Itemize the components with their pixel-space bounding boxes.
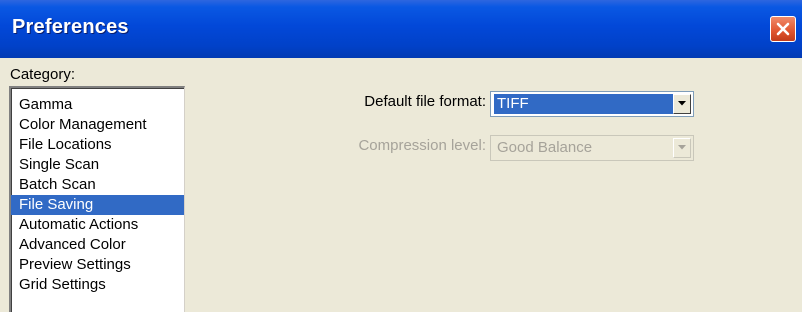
category-item-color-management[interactable]: Color Management — [11, 115, 184, 135]
category-item-gamma[interactable]: Gamma — [11, 95, 184, 115]
window-title: Preferences — [12, 16, 129, 38]
default-file-format-dropdown-button[interactable] — [673, 94, 691, 114]
category-item-advanced-color[interactable]: Advanced Color — [11, 235, 184, 255]
default-file-format-select[interactable]: TIFF — [490, 91, 694, 117]
category-item-batch-scan[interactable]: Batch Scan — [11, 175, 184, 195]
category-item-single-scan[interactable]: Single Scan — [11, 155, 184, 175]
category-item-grid-settings[interactable]: Grid Settings — [11, 275, 184, 295]
compression-level-value: Good Balance — [497, 139, 593, 156]
category-item-preview-settings[interactable]: Preview Settings — [11, 255, 184, 275]
category-label: Category: — [10, 66, 76, 83]
chevron-down-icon — [678, 145, 686, 150]
category-item-file-saving[interactable]: File Saving — [11, 195, 184, 215]
category-item-automatic-actions[interactable]: Automatic Actions — [11, 215, 184, 235]
category-item-file-locations[interactable]: File Locations — [11, 135, 184, 155]
close-icon — [776, 22, 790, 36]
compression-level-select: Good Balance — [490, 135, 694, 161]
chevron-down-icon — [678, 101, 686, 106]
default-file-format-label: Default file format: — [364, 93, 486, 110]
compression-level-label: Compression level: — [358, 137, 486, 154]
close-button[interactable] — [770, 16, 796, 42]
default-file-format-value: TIFF — [494, 94, 674, 114]
compression-level-dropdown-button — [673, 138, 691, 158]
title-bar[interactable]: Preferences — [0, 0, 802, 58]
category-list: Gamma Color Management File Locations Singl… — [11, 88, 184, 295]
category-listbox[interactable]: Gamma Color Management File Locations Singl… — [9, 86, 185, 312]
